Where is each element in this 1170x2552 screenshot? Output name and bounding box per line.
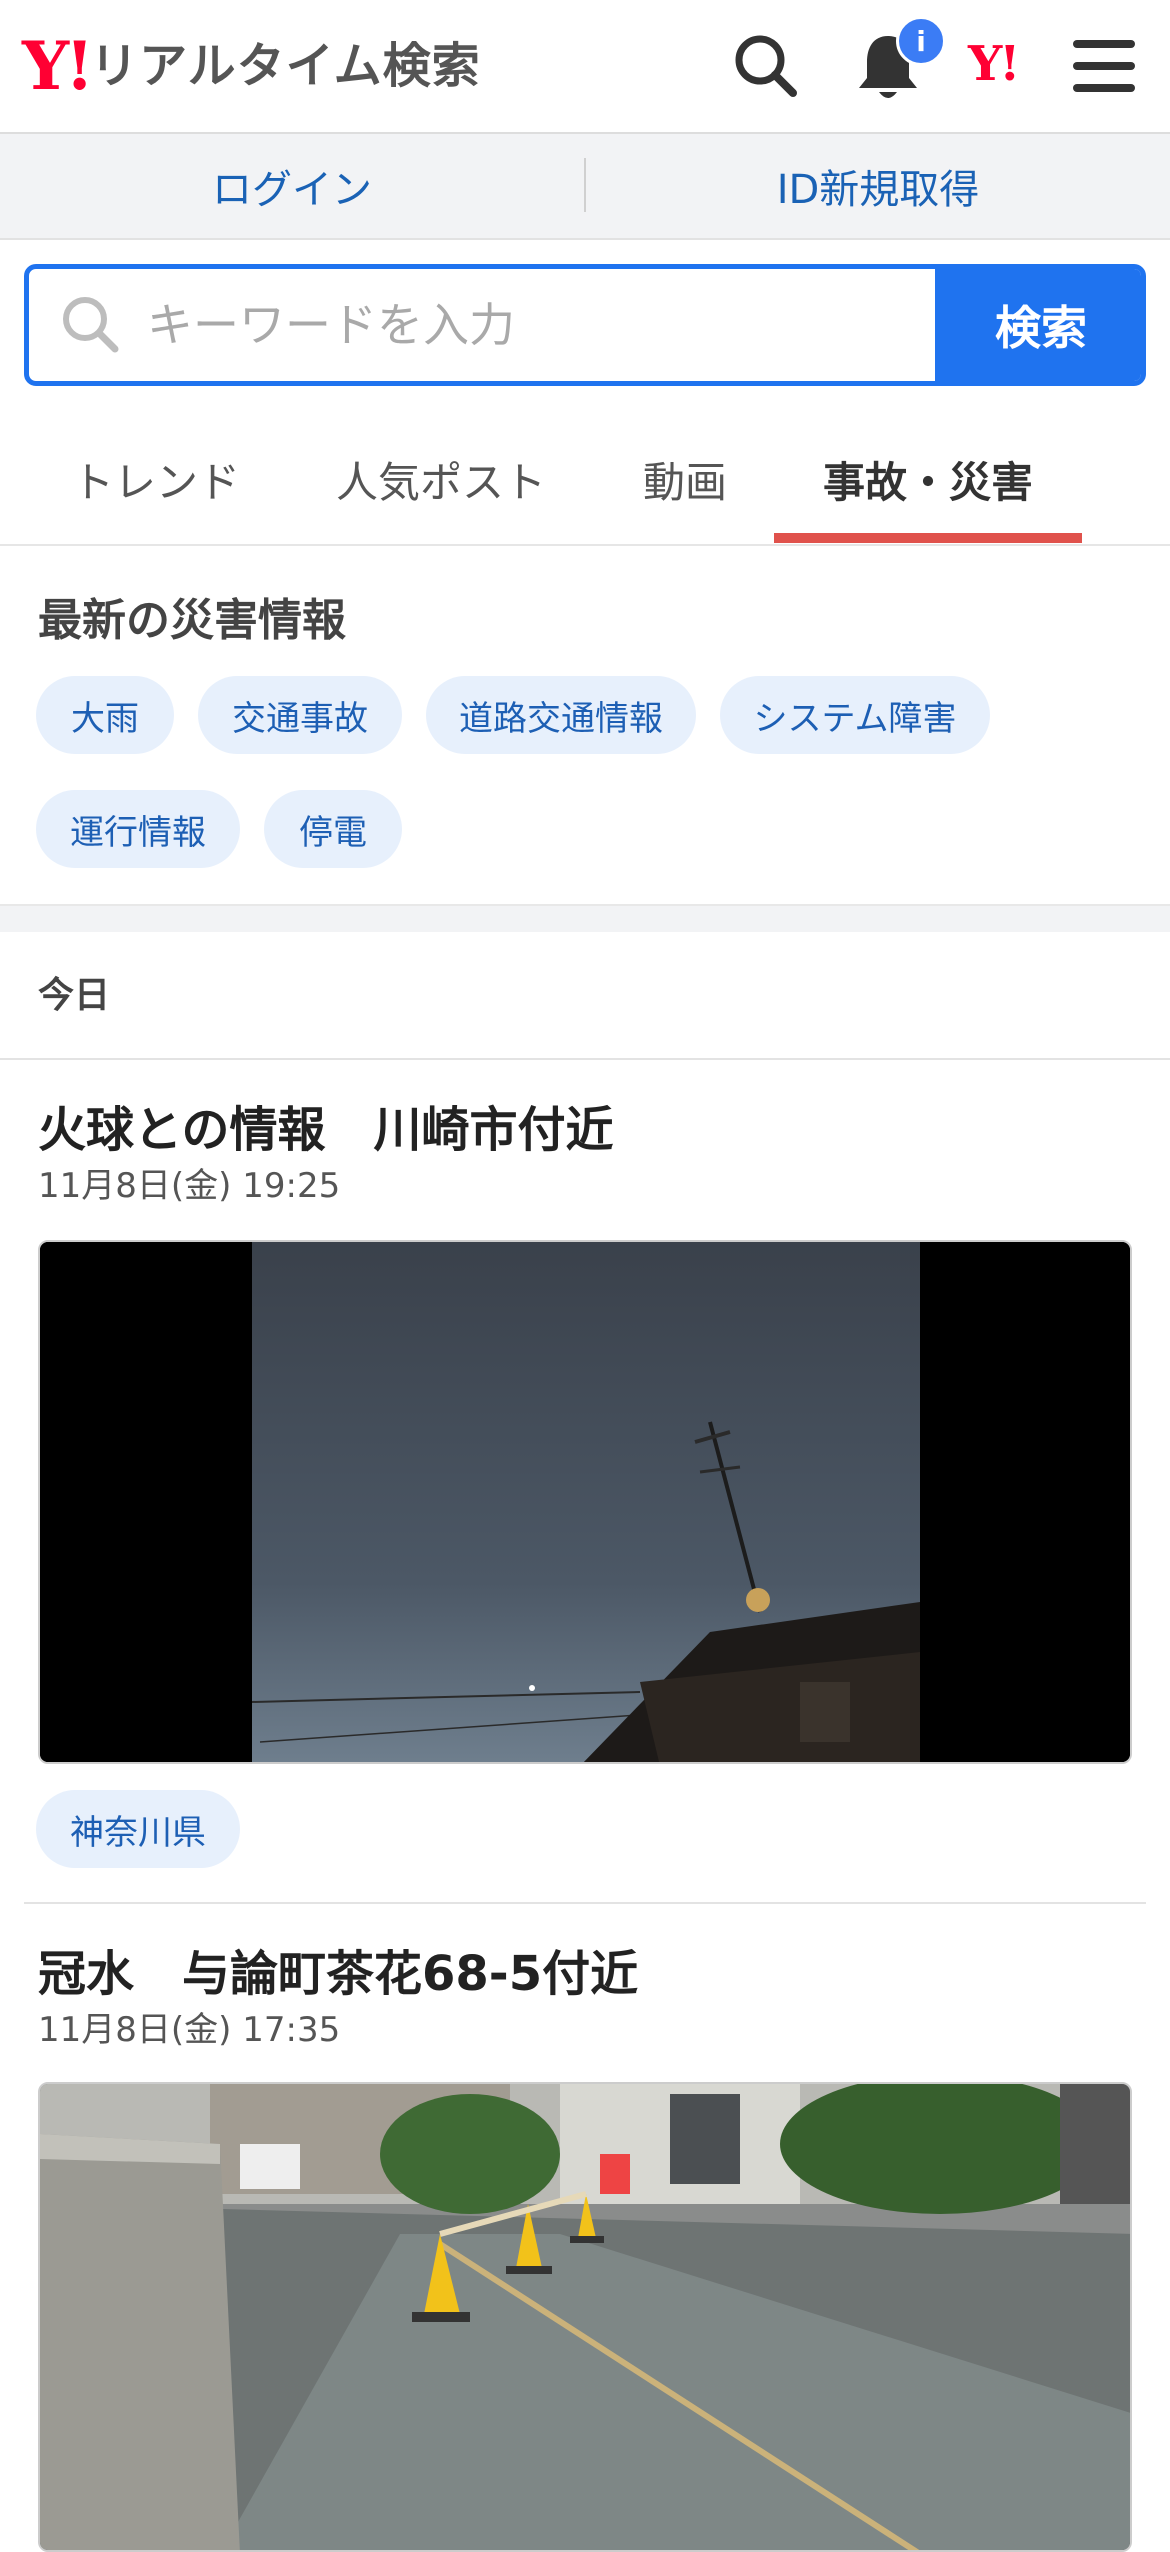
post-location-tag[interactable]: 神奈川県 xyxy=(36,1790,240,1868)
active-tab-indicator xyxy=(774,533,1082,543)
tab-accident-disaster[interactable]: 事故・災害 xyxy=(774,414,1082,544)
disaster-info-title: 最新の災害情報 xyxy=(38,595,346,646)
post-video-fireball[interactable] xyxy=(38,1240,1132,1764)
post-time: 11月8日(金) 17:35 xyxy=(38,2010,341,2050)
login-link[interactable]: ログイン xyxy=(0,134,584,238)
post-title[interactable]: 冠水 与論町茶花68-5付近 xyxy=(38,1934,638,2004)
search-icon xyxy=(735,35,797,97)
menu-button[interactable] xyxy=(1062,24,1146,108)
post-time: 11月8日(金) 19:25 xyxy=(38,1166,341,1206)
signup-link[interactable]: ID新規取得 xyxy=(586,134,1170,238)
post-divider xyxy=(24,1902,1146,1904)
fireball-night-sky-image xyxy=(40,1242,1130,1762)
chip-operation-info[interactable]: 運行情報 xyxy=(36,790,240,868)
section-gap xyxy=(0,904,1170,932)
feed-divider xyxy=(0,1058,1170,1060)
search-form: 検索 xyxy=(24,264,1146,386)
day-label: 今日 xyxy=(38,975,111,1016)
search-button[interactable]: 検索 xyxy=(935,269,1141,381)
app-logo[interactable]: Y! リアルタイム検索 xyxy=(22,26,481,106)
post-image-flooding[interactable] xyxy=(38,2082,1132,2552)
menu-icon xyxy=(1073,40,1135,92)
notification-badge: i xyxy=(896,16,946,66)
yahoo-logo-mark: Y! xyxy=(22,27,94,105)
tabs-divider xyxy=(0,544,1170,546)
chip-road-traffic[interactable]: 道路交通情報 xyxy=(426,676,696,754)
tab-video[interactable]: 動画 xyxy=(610,414,760,544)
yahoo-icon[interactable]: Y! xyxy=(968,36,1020,92)
tab-trend[interactable]: トレンド xyxy=(36,414,276,544)
search-input[interactable] xyxy=(29,269,935,381)
tab-popular-posts[interactable]: 人気ポスト xyxy=(318,414,564,544)
chip-system-outage[interactable]: システム障害 xyxy=(720,676,990,754)
flooded-street-image xyxy=(40,2084,1130,2550)
chip-power-outage[interactable]: 停電 xyxy=(264,790,402,868)
app-title: リアルタイム検索 xyxy=(90,38,481,94)
chip-traffic-accident[interactable]: 交通事故 xyxy=(198,676,402,754)
header-search-button[interactable] xyxy=(724,24,808,108)
chip-heavy-rain[interactable]: 大雨 xyxy=(36,676,174,754)
post-title[interactable]: 火球との情報 川崎市付近 xyxy=(38,1090,614,1160)
